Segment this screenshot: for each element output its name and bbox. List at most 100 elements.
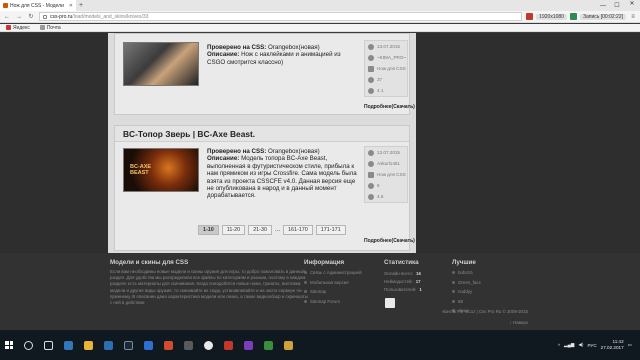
menu-icon[interactable]: ≡ [629,14,637,20]
tray-chevron-icon[interactable]: ^ [558,343,560,348]
yandex-icon [6,25,11,30]
task-view-button[interactable] [38,330,58,360]
tab-close-icon[interactable]: ✕ [69,3,73,9]
input-language[interactable]: РУС [587,343,596,348]
notifications-icon[interactable]: ▭ [628,342,632,348]
bookmark-label: Почта [46,24,61,31]
yandex-browser-taskbar-button[interactable] [198,330,218,360]
steam-taskbar-button[interactable] [118,330,138,360]
minimize-button[interactable]: — [596,3,610,9]
clock-date: 27.02.2017 [600,345,624,350]
close-window-button[interactable]: ✕ [624,0,640,11]
address-bar[interactable]: css-pro.ru/load/models_and_skins/knives/… [39,12,523,21]
start-button[interactable] [0,330,18,360]
page-area: Проверено на CSS: Orangebox(новая) Описа… [0,33,640,253]
footer-about-text: Если вам необходимы новые модели и скины… [110,269,308,306]
footer-user-label: bob416 [458,270,473,276]
address-host: css-pro.ru [50,13,73,20]
photoshop-taskbar-button[interactable] [138,330,158,360]
pagination-ellipsis: ... [274,227,280,233]
calendar-icon [368,149,374,156]
extension-icon[interactable] [569,13,577,20]
meta-rating: 4.1 [377,88,384,93]
new-tab-button[interactable]: + [76,2,86,9]
store-taskbar-button[interactable] [98,330,118,360]
footer-title-best: Лучшие [452,259,476,266]
network-icon[interactable]: ▂▄▆ [564,342,574,348]
page-link[interactable]: 11-20 [221,225,246,235]
stat-label: Онлайн всего: [384,271,414,276]
material-thumbnail[interactable]: BC-AXE BEAST [123,148,199,192]
meta-author[interactable]: ~K89A_PRO~ [377,55,406,60]
app-icon [283,340,293,350]
page-link[interactable]: 161-170 [283,225,313,235]
reload-icon[interactable]: ↻ [27,13,35,20]
record-extension-icon[interactable] [526,13,534,20]
app-taskbar-button[interactable] [218,330,238,360]
forward-icon[interactable]: → [15,14,23,20]
user-icon [368,160,374,167]
search-taskbar-button[interactable] [18,330,38,360]
system-tray: ^ ▂▄▆ ◀) РУС 11:42 27.02.2017 ▭ [558,339,640,351]
app-icon [163,340,173,350]
footer-info-list: Связь с Администрацией Мобильная версия … [304,268,362,306]
app-taskbar-button[interactable] [278,330,298,360]
footer-copyright: Контакт от uCoz | Css Pro Ru © 2009-2015 [442,309,528,314]
app-icon [243,340,253,350]
material-meta: 13.07.2015 Askurl1451 Нож для CSS 6 4.6 [364,146,408,203]
footer-link[interactable]: Sitemap Forum [304,297,362,307]
footer-user-link[interactable]: 88 [452,297,481,307]
footer-user-link[interactable]: Green_face [452,278,481,288]
folder-icon [83,340,93,350]
footer-link[interactable]: Мобильная версия [304,278,362,288]
counter-icon[interactable] [385,298,395,308]
bullet-icon [304,299,307,303]
back-icon[interactable]: ← [3,14,11,20]
page-link[interactable]: 21-30 [248,225,272,235]
footer-user-link[interactable]: noddyy [452,287,481,297]
material-title[interactable]: BC-Топор Зверь | BC-Axe Beast. [115,126,409,142]
meta-category[interactable]: Нож для CSS [377,172,406,177]
footer-link[interactable]: Sitemap [304,287,362,297]
volume-icon[interactable]: ◀) [578,342,583,348]
app-taskbar-button[interactable] [238,330,258,360]
footer-user-link[interactable]: bob416 [452,268,481,278]
bullet-icon [452,290,455,294]
browser-tab[interactable]: Нож для CSS - Модели ✕ [0,0,76,11]
footer-link[interactable]: Связь с Администрацией [304,268,362,278]
mail-icon [39,25,45,30]
windows-taskbar: ^ ▂▄▆ ◀) РУС 11:42 27.02.2017 ▭ [0,330,640,360]
page-link[interactable]: 1-10 [198,225,219,235]
more-download-link[interactable]: Подробнее(Скачать) [364,238,415,244]
app-taskbar-button[interactable] [178,330,198,360]
bullet-icon [304,280,307,284]
steam-icon [123,340,133,350]
thumbnail-text: BC-AXE BEAST [130,164,152,176]
bookmarks-bar: Яндекс Почта [0,24,640,32]
footer-title-info: Информация [304,259,345,266]
scroll-top-link[interactable]: ↑ Наверх [510,320,528,325]
site-footer: Модели и скины для CSS Если вам необходи… [0,253,640,330]
material-thumbnail[interactable] [123,42,199,86]
meta-category[interactable]: Нож для CSS [377,66,406,71]
app-taskbar-button[interactable] [158,330,178,360]
checked-value: Orangebox(новая) [266,148,320,155]
app-taskbar-button[interactable] [258,330,278,360]
tab-title: Нож для CSS - Модели [10,2,64,9]
app-icon [223,340,233,350]
footer-link-label: Мобильная версия [310,279,349,285]
page-link[interactable]: 171-171 [315,225,346,235]
footer-user-label: Green_face [458,279,481,285]
explorer-taskbar-button[interactable] [78,330,98,360]
bullet-icon [452,271,455,275]
edge-taskbar-button[interactable] [58,330,78,360]
maximize-button[interactable]: ☐ [610,2,624,9]
meta-author[interactable]: Askurl1451 [377,161,400,166]
taskbar-clock[interactable]: 11:42 27.02.2017 [601,339,624,351]
footer-user-label: noddyy [458,289,473,295]
meta-views: 37 [377,77,383,82]
bookmark-mail[interactable]: Почта [39,24,61,31]
more-download-link[interactable]: Подробнее(Скачать) [364,104,415,110]
bookmark-yandex[interactable]: Яндекс [6,25,30,31]
material-card: Проверено на CSS: Orangebox(новая) Описа… [114,33,415,115]
